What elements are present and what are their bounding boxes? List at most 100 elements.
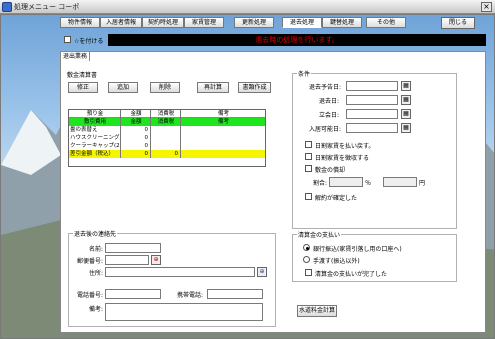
col-header-amount: 金額	[121, 110, 151, 118]
row-item: 畳の表替え	[69, 126, 121, 134]
tab-rent[interactable]: 家賃管理	[184, 17, 224, 28]
notice-date-input[interactable]	[346, 81, 398, 91]
deposit-amortization-checkbox[interactable]	[305, 165, 312, 172]
row-amount: 0	[121, 126, 151, 134]
document-button[interactable]: 書類作成	[238, 82, 271, 93]
title-bar: 処理メニュー コーポ ×	[0, 0, 495, 14]
row-tax: 消費税	[151, 118, 181, 126]
water-fee-button[interactable]: 水道料金計算	[297, 305, 337, 317]
tab-key[interactable]: 鍵替処理	[322, 17, 362, 28]
address-input[interactable]	[105, 267, 255, 277]
tab-property-info[interactable]: 物件情報	[60, 17, 100, 28]
notice-date-label: 退去予告日:	[309, 84, 342, 91]
zip-input[interactable]	[105, 255, 149, 265]
table-row-total[interactable]: 差引金額（税込） 0 0	[69, 150, 265, 158]
table-row[interactable]: 敷引費用 金額 消費税 備考	[69, 118, 265, 126]
row-note	[181, 134, 265, 142]
note-input[interactable]	[105, 303, 263, 321]
moveout-date-input[interactable]	[346, 95, 398, 105]
bank-transfer-label: 銀行振込(家賃引落し用の口座へ)	[313, 246, 402, 253]
col-header-tax: 消費税	[151, 110, 181, 118]
note-label: 備考:	[89, 306, 104, 313]
phone-input[interactable]	[105, 289, 161, 299]
available-date-input[interactable]	[346, 123, 398, 133]
yen-unit: 円	[419, 180, 426, 187]
deposit-amortization-label: 敷金の償却	[315, 167, 346, 174]
delete-button[interactable]: 削除	[150, 82, 180, 93]
name-label: 名前:	[89, 246, 104, 253]
window-close-button[interactable]: ×	[481, 2, 492, 12]
table-row[interactable]: クーラーキャップ(2 0	[69, 142, 265, 150]
row-amount: 金額	[121, 118, 151, 126]
inspection-date-input[interactable]	[346, 109, 398, 119]
tab-moveout[interactable]: 退去処理	[282, 17, 322, 28]
subtab-moveout-task[interactable]: 退出業務	[60, 51, 90, 61]
star-checkbox-label: ☆を付ける	[74, 38, 104, 45]
refund-group-title: 清算金の支払い	[297, 230, 342, 239]
ratio-label: 割合:	[313, 180, 328, 187]
address-label: 住所:	[89, 270, 104, 277]
phone-label: 電話番号:	[77, 292, 104, 299]
main-window: 物件情報 入居者情報 契約時処理 家賃管理 更新処理 退去処理 鍵替処理 その他…	[0, 14, 495, 339]
col-header-note: 備考	[217, 111, 229, 117]
row-tax	[151, 134, 181, 142]
calendar-icon[interactable]: ▦	[401, 123, 411, 133]
status-message: 退去時の処理を行います。	[108, 34, 486, 46]
bank-transfer-radio[interactable]	[303, 244, 310, 251]
row-amount: 0	[121, 150, 151, 158]
inspection-date-label: 立会日:	[319, 112, 340, 119]
row-amount: 0	[121, 142, 151, 150]
calendar-icon[interactable]: ▦	[401, 81, 411, 91]
tab-tenant-info[interactable]: 入居者情報	[100, 17, 142, 28]
ratio-input[interactable]	[329, 177, 363, 187]
row-tax	[151, 126, 181, 134]
collect-daily-rent-label: 日割家賃を徴収する	[315, 155, 370, 162]
hand-delivery-label: 手渡す(振込以外)	[313, 258, 360, 265]
row-amount: 0	[121, 134, 151, 142]
tab-contract[interactable]: 契約時処理	[142, 17, 184, 28]
star-checkbox[interactable]	[64, 36, 71, 43]
mobile-label: 携帯電話:	[177, 292, 204, 299]
refund-complete-checkbox[interactable]	[305, 269, 312, 276]
map-icon[interactable]: ⊕	[257, 267, 267, 277]
collect-daily-rent-checkbox[interactable]	[305, 153, 312, 160]
close-button[interactable]: 閉じる	[441, 17, 475, 29]
row-note	[181, 150, 265, 158]
settlement-group-title: 敷金清算書	[67, 72, 98, 79]
calendar-icon[interactable]: ▦	[401, 95, 411, 105]
table-row[interactable]: ハウスクリーニング 0	[69, 134, 265, 142]
amount-input[interactable]	[383, 177, 417, 187]
refund-daily-rent-label: 日割家賃を払い戻す。	[315, 143, 375, 150]
col-header-item: 預り金	[69, 110, 121, 118]
table-header: 預り金 金額 消費税 備考	[69, 110, 265, 118]
row-note: 備考	[217, 119, 229, 125]
settlement-table[interactable]: 預り金 金額 消費税 備考 敷引費用 金額 消費税 備考 畳の表替え 0 ハウス…	[68, 109, 266, 167]
hand-delivery-radio[interactable]	[303, 256, 310, 263]
zip-search-icon[interactable]: ⊕	[151, 255, 161, 265]
fix-button[interactable]: 修正	[68, 82, 98, 93]
row-tax: 0	[151, 150, 181, 158]
contact-group-title: 退去後の連絡先	[73, 229, 118, 238]
conditions-group-title: 条件	[297, 69, 312, 78]
add-button[interactable]: 追加	[108, 82, 138, 93]
calendar-icon[interactable]: ▦	[401, 109, 411, 119]
row-note	[181, 142, 265, 150]
row-tax	[151, 142, 181, 150]
refund-daily-rent-checkbox[interactable]	[305, 141, 312, 148]
row-item: クーラーキャップ(2	[70, 142, 121, 150]
recalc-button[interactable]: 再計算	[197, 82, 229, 93]
row-item: 敷引費用	[69, 118, 121, 126]
contract-confirmed-label: 解約が確定した	[315, 195, 358, 202]
row-item: ハウスクリーニング	[70, 134, 121, 142]
app-icon	[2, 2, 12, 12]
name-input[interactable]	[105, 243, 161, 253]
row-item: 差引金額（税込）	[69, 150, 121, 158]
contract-confirmed-checkbox[interactable]	[305, 193, 312, 200]
percent-unit: ％	[365, 180, 372, 187]
available-date-label: 入居可能日:	[309, 126, 342, 133]
mobile-input[interactable]	[207, 289, 263, 299]
table-row[interactable]: 畳の表替え 0	[69, 126, 265, 134]
tab-renewal[interactable]: 更新処理	[234, 17, 274, 28]
tab-other[interactable]: その他	[366, 17, 406, 28]
row-note	[181, 126, 265, 134]
